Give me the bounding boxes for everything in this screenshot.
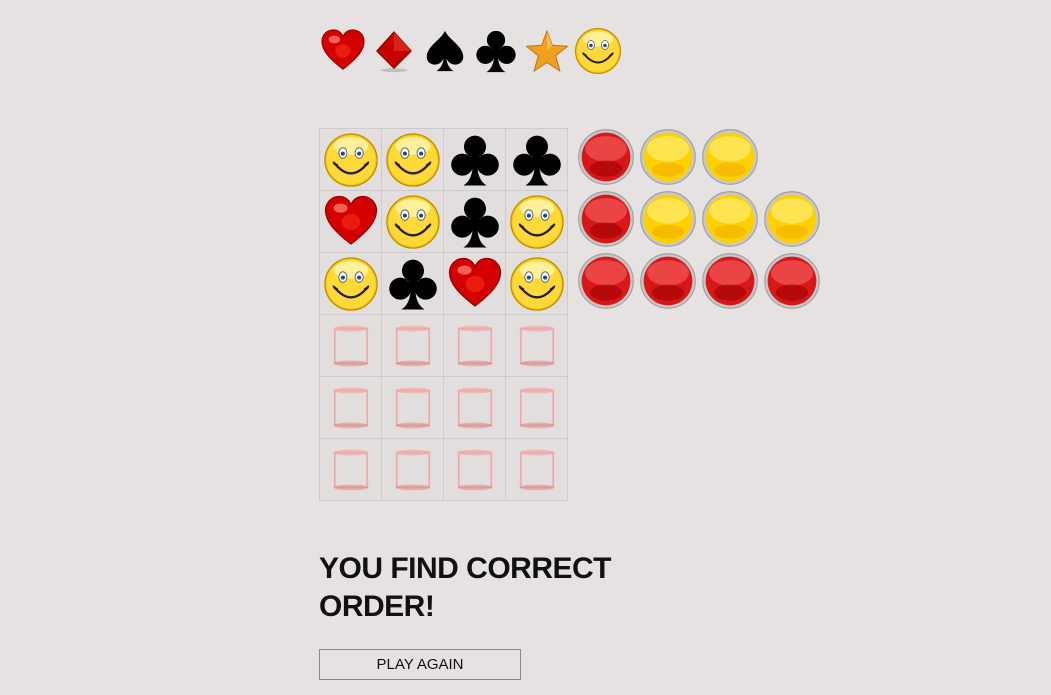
- smiley-icon: [320, 253, 382, 315]
- heart-icon: [444, 253, 506, 315]
- empty-slot[interactable]: [320, 315, 382, 377]
- smiley-icon: [506, 191, 568, 253]
- star-icon[interactable]: [522, 22, 572, 80]
- club-icon: [506, 129, 568, 191]
- heart-icon: [320, 191, 382, 253]
- feedback-row: [577, 128, 821, 190]
- red-peg: [639, 252, 697, 315]
- yellow-peg: [639, 190, 697, 253]
- smiley-icon: [382, 191, 444, 253]
- guess-row: [320, 377, 568, 439]
- empty-slot[interactable]: [444, 439, 506, 501]
- guess-board: [319, 128, 568, 501]
- yellow-peg: [701, 128, 759, 191]
- yellow-peg: [763, 190, 821, 253]
- club-icon: [444, 191, 506, 253]
- feedback-row: [577, 190, 821, 252]
- club-icon: [382, 253, 444, 315]
- red-peg: [577, 252, 635, 315]
- red-peg: [577, 190, 635, 253]
- symbol-palette: [318, 22, 623, 80]
- smiley-icon: [506, 253, 568, 315]
- smiley-icon: [382, 129, 444, 191]
- result-message: YOU FIND CORRECT ORDER!: [319, 552, 612, 623]
- empty-slot[interactable]: [320, 439, 382, 501]
- guess-row: [320, 315, 568, 377]
- empty-slot[interactable]: [444, 377, 506, 439]
- smiley-icon[interactable]: [573, 22, 623, 80]
- guess-row: [320, 129, 568, 191]
- guess-row: [320, 191, 568, 253]
- empty-slot[interactable]: [382, 439, 444, 501]
- empty-slot[interactable]: [320, 377, 382, 439]
- empty-slot[interactable]: [506, 315, 568, 377]
- club-icon[interactable]: [471, 22, 521, 80]
- feedback-pegs: [577, 128, 821, 314]
- red-peg: [763, 252, 821, 315]
- club-icon: [444, 129, 506, 191]
- smiley-icon: [320, 129, 382, 191]
- empty-slot[interactable]: [382, 377, 444, 439]
- spade-icon[interactable]: [420, 22, 470, 80]
- red-peg: [701, 252, 759, 315]
- empty-slot[interactable]: [506, 439, 568, 501]
- play-again-button[interactable]: PLAY AGAIN: [319, 649, 521, 680]
- guess-row: [320, 439, 568, 501]
- feedback-row: [577, 252, 821, 314]
- diamond-icon[interactable]: [369, 22, 419, 80]
- heart-icon[interactable]: [318, 22, 368, 80]
- guess-row: [320, 253, 568, 315]
- yellow-peg: [639, 128, 697, 191]
- red-peg: [577, 128, 635, 191]
- yellow-peg: [701, 190, 759, 253]
- empty-slot[interactable]: [506, 377, 568, 439]
- empty-slot[interactable]: [444, 315, 506, 377]
- empty-slot[interactable]: [382, 315, 444, 377]
